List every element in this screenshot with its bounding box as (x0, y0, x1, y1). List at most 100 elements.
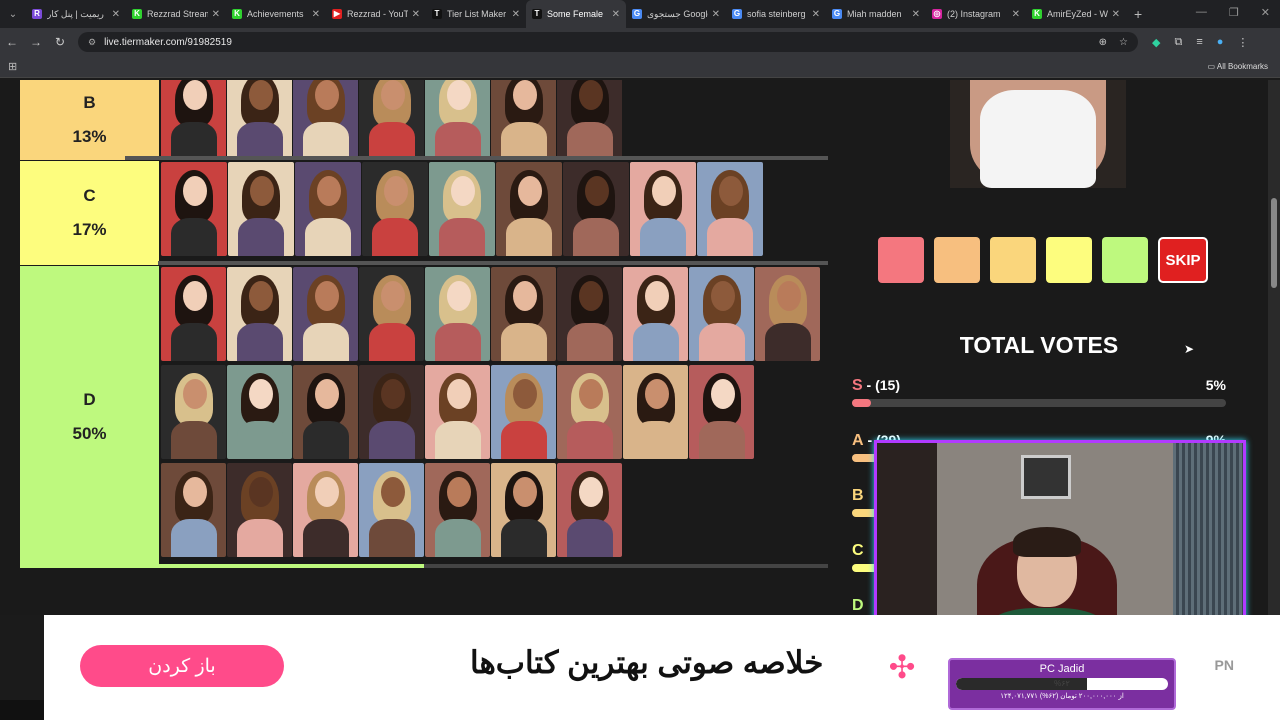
candidate-image[interactable] (630, 162, 696, 256)
candidate-image[interactable] (623, 365, 688, 459)
candidate-image[interactable] (425, 80, 490, 160)
candidate-image[interactable] (557, 267, 622, 361)
tab-favicon-icon: ◎ (932, 9, 942, 19)
candidate-image[interactable] (491, 80, 556, 160)
tab-5[interactable]: T Some Female ✕ (526, 0, 626, 28)
tier-row-b: B 13% (20, 80, 828, 160)
candidate-image[interactable] (228, 162, 294, 256)
new-tab-icon[interactable]: + (1134, 6, 1142, 22)
tab-4[interactable]: T Tier List Maker ✕ (426, 0, 526, 28)
candidate-image[interactable] (689, 267, 754, 361)
tab-close-icon[interactable]: ✕ (1012, 9, 1020, 20)
candidate-image[interactable] (359, 463, 424, 557)
candidate-image[interactable] (362, 162, 428, 256)
candidate-image[interactable] (359, 80, 424, 160)
site-info-icon[interactable]: ⚙ (88, 37, 96, 48)
tab-close-icon[interactable]: ✕ (112, 9, 120, 20)
tab-close-icon[interactable]: ✕ (212, 9, 220, 20)
vote-s-button[interactable] (878, 237, 924, 283)
tab-search-icon[interactable]: ⌄ (0, 0, 26, 28)
candidate-image[interactable] (227, 365, 292, 459)
candidate-image[interactable] (227, 463, 292, 557)
tab-10[interactable]: K AmirEyZed - W ✕ (1026, 0, 1126, 28)
minimize-icon[interactable]: — (1196, 6, 1207, 19)
candidate-image[interactable] (496, 162, 562, 256)
candidate-image[interactable] (755, 267, 820, 361)
candidate-image[interactable] (161, 365, 226, 459)
vote-b-button[interactable] (990, 237, 1036, 283)
tab-6[interactable]: G جستجوی Google ✕ (626, 0, 726, 28)
tab-title: Rezzrad - YouT (347, 9, 408, 19)
ad-open-button[interactable]: باز کردن (80, 645, 284, 687)
candidate-image[interactable] (161, 267, 226, 361)
reload-icon[interactable]: ↻ (48, 35, 72, 49)
all-bookmarks[interactable]: ▭ All Bookmarks (1208, 62, 1268, 71)
candidate-image[interactable] (689, 365, 754, 459)
candidate-image[interactable] (429, 162, 495, 256)
candidate-image[interactable] (557, 80, 622, 160)
scrollbar-thumb[interactable] (1271, 198, 1277, 288)
media-icon[interactable]: ≡ (1196, 36, 1202, 48)
candidate-image[interactable] (161, 80, 226, 160)
tab-close-icon[interactable]: ✕ (912, 9, 920, 20)
tab-close-icon[interactable]: ✕ (612, 9, 620, 20)
tab-close-icon[interactable]: ✕ (1112, 9, 1120, 20)
candidate-image[interactable] (425, 267, 490, 361)
tab-close-icon[interactable]: ✕ (512, 9, 520, 20)
apps-grid-icon[interactable]: ⊞ (8, 60, 17, 73)
skip-button[interactable]: SKIP (1158, 237, 1208, 283)
close-window-icon[interactable]: ✕ (1261, 6, 1270, 19)
tier-letter: B (83, 93, 96, 112)
candidate-image[interactable] (293, 267, 358, 361)
tab-close-icon[interactable]: ✕ (412, 9, 420, 20)
candidate-image[interactable] (227, 80, 292, 160)
tab-bar: ⌄ R ریمیت | پنل کار ✕ K Rezzrad Stream ✕ K Achi… (0, 0, 1280, 28)
candidate-image[interactable] (425, 463, 490, 557)
candidate-image[interactable] (623, 267, 688, 361)
extensions-icon[interactable]: ⧉ (1174, 36, 1182, 49)
tab-title: ریمیت | پنل کار (47, 8, 104, 19)
candidate-image[interactable] (359, 267, 424, 361)
candidate-image[interactable] (161, 162, 227, 256)
tab-close-icon[interactable]: ✕ (312, 9, 320, 20)
tab-2[interactable]: K Achievements ✕ (226, 0, 326, 28)
candidate-image[interactable] (697, 162, 763, 256)
tab-0[interactable]: R ریمیت | پنل کار ✕ (26, 0, 126, 28)
back-icon[interactable]: ← (0, 35, 24, 49)
vote-d-button[interactable] (1102, 237, 1148, 283)
candidate-image[interactable] (563, 162, 629, 256)
vote-c-button[interactable] (1046, 237, 1092, 283)
candidate-image[interactable] (293, 463, 358, 557)
tab-7[interactable]: Gsofia steinberg ✕ (726, 0, 826, 28)
maximize-icon[interactable]: ❐ (1229, 6, 1239, 19)
candidate-image[interactable] (359, 365, 424, 459)
profile-avatar[interactable]: ● (1217, 36, 1224, 48)
tab-close-icon[interactable]: ✕ (712, 9, 720, 20)
tab-1[interactable]: K Rezzrad Stream ✕ (126, 0, 226, 28)
candidate-image[interactable] (293, 365, 358, 459)
forward-icon[interactable]: → (24, 35, 48, 49)
address-bar[interactable]: ⚙ live.tiermaker.com/91982519 ⊕ ☆ (78, 32, 1138, 52)
candidate-image[interactable] (425, 365, 490, 459)
candidate-image[interactable] (491, 463, 556, 557)
candidate-image[interactable] (295, 162, 361, 256)
tab-close-icon[interactable]: ✕ (812, 9, 820, 20)
candidate-image[interactable] (557, 365, 622, 459)
page-scrollbar[interactable] (1268, 80, 1280, 615)
menu-icon[interactable]: ⋮ (1237, 36, 1248, 49)
candidate-image[interactable] (491, 365, 556, 459)
tab-9[interactable]: ◎ (2) Instagram ✕ (926, 0, 1026, 28)
shield-extension-icon[interactable]: ◆ (1152, 36, 1160, 49)
candidate-image[interactable] (293, 80, 358, 160)
tab-title: Miah madden (847, 9, 902, 19)
candidate-image[interactable] (227, 267, 292, 361)
candidate-image[interactable] (161, 463, 226, 557)
zoom-icon[interactable]: ⊕ (1099, 37, 1107, 48)
tab-8[interactable]: G Miah madden ✕ (826, 0, 926, 28)
bookmark-star-icon[interactable]: ☆ (1119, 37, 1128, 48)
tab-3[interactable]: ▶ Rezzrad - YouT ✕ (326, 0, 426, 28)
candidate-image[interactable] (491, 267, 556, 361)
candidate-image[interactable] (557, 463, 622, 557)
vote-a-button[interactable] (934, 237, 980, 283)
tab-title: AmirEyZed - W (1047, 9, 1108, 19)
